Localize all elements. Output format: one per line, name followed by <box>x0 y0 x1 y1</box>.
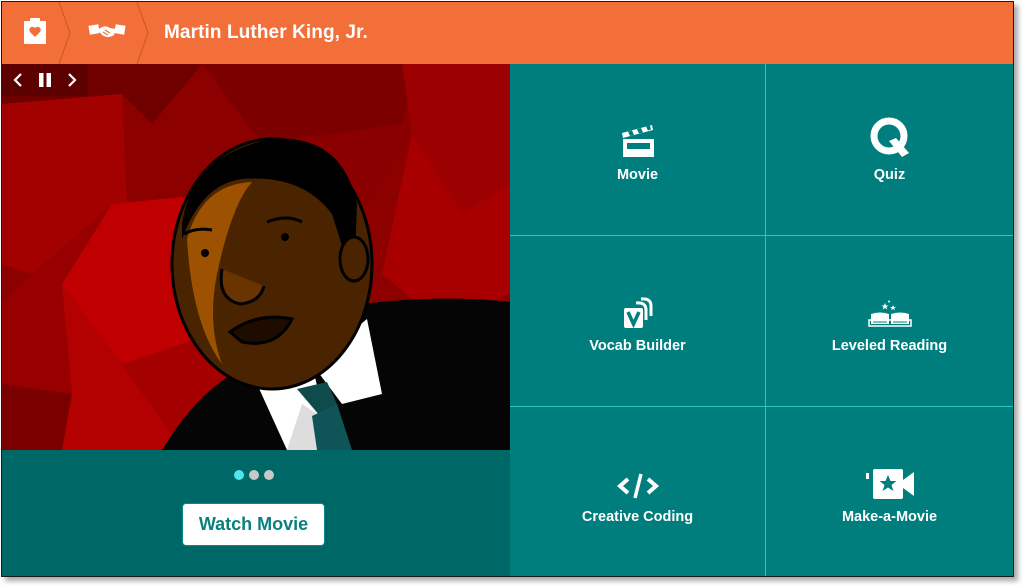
feature-tile-quiz[interactable]: Quiz <box>766 64 1013 235</box>
feature-label: Creative Coding <box>581 508 694 525</box>
feature-tile-vocab-builder[interactable]: Vocab Builder <box>510 236 765 406</box>
code-brackets-icon <box>616 459 660 501</box>
slideshow-controls <box>2 64 88 96</box>
feature-label: Vocab Builder <box>589 338 686 354</box>
feature-label: Make-a-Movie <box>841 508 938 525</box>
feature-label: Leveled Reading <box>831 338 948 354</box>
clapperboard-icon <box>620 117 656 159</box>
breadcrumb-home[interactable] <box>2 2 71 64</box>
mlk-illustration <box>2 64 510 450</box>
chevron-left-icon[interactable] <box>7 69 29 91</box>
feature-tile-make-a-movie[interactable]: Make-a-Movie <box>766 407 1013 576</box>
feature-label: Quiz <box>873 166 906 183</box>
watch-movie-button[interactable]: Watch Movie <box>182 503 325 546</box>
featured-media-panel: Watch Movie <box>2 64 510 576</box>
slide-dot-3[interactable] <box>264 470 274 480</box>
page-title: Martin Luther King, Jr. <box>164 22 368 43</box>
breadcrumb-category[interactable] <box>68 2 149 64</box>
slide-image[interactable] <box>2 64 510 450</box>
clipboard-heart-icon <box>23 17 47 50</box>
header-bar: Martin Luther King, Jr. <box>2 2 1013 64</box>
slide-indicator <box>234 470 274 480</box>
app-window: Martin Luther King, Jr. Watch Movie Movi… <box>1 1 1014 577</box>
open-book-stars-icon <box>867 288 912 330</box>
video-camera-star-icon <box>865 459 915 501</box>
handshake-icon <box>88 22 126 45</box>
feature-grid: Movie Quiz Vocab Builder Leveled Reading… <box>510 64 1013 576</box>
slide-dot-2[interactable] <box>249 470 259 480</box>
pause-icon[interactable] <box>34 69 56 91</box>
feature-tile-movie[interactable]: Movie <box>510 64 765 235</box>
feature-tile-creative-coding[interactable]: Creative Coding <box>510 407 765 576</box>
quiz-q-icon <box>869 117 911 159</box>
feature-label: Movie <box>616 166 659 183</box>
feature-tile-leveled-reading[interactable]: Leveled Reading <box>766 236 1013 406</box>
vocab-cards-icon <box>621 288 655 330</box>
chevron-right-icon[interactable] <box>61 69 83 91</box>
breadcrumb-separator <box>136 2 149 64</box>
slide-dot-1[interactable] <box>234 470 244 480</box>
